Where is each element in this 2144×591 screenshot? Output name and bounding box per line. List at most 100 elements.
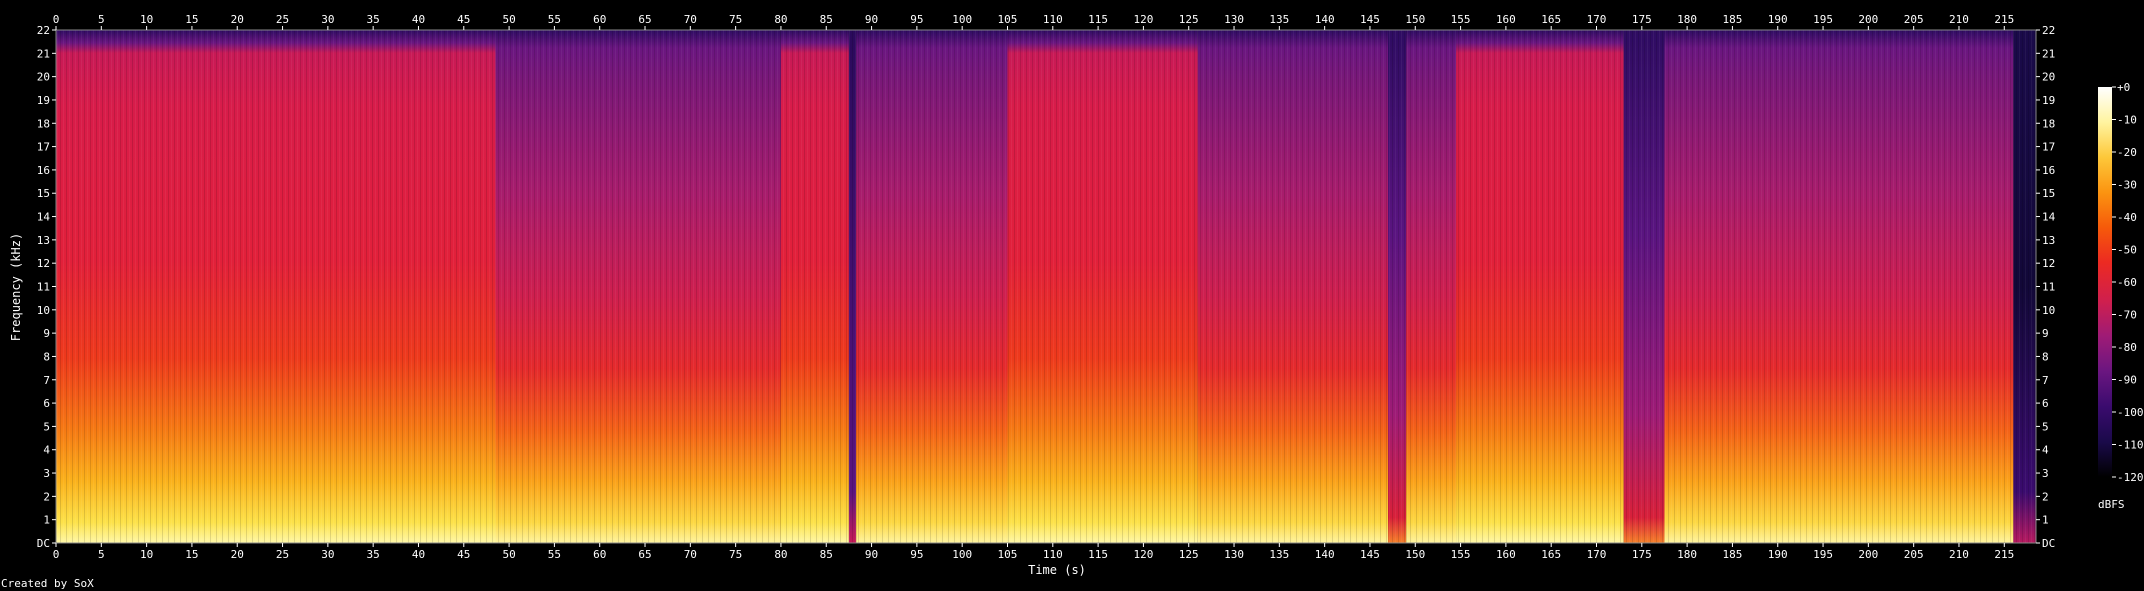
x-tick-label: 190 — [1768, 13, 1788, 26]
x-tick-label: 90 — [865, 548, 878, 561]
x-tick-label: 105 — [998, 548, 1018, 561]
y-tick-label: 18 — [2042, 117, 2055, 130]
y-tick-label: 2 — [43, 490, 50, 503]
colorbar-tick-label: -90 — [2117, 374, 2137, 387]
y-tick-label: 1 — [43, 514, 50, 527]
x-tick-label: 120 — [1133, 548, 1153, 561]
y-tick-label: 5 — [2042, 420, 2049, 433]
y-tick-label: 8 — [43, 350, 50, 363]
y-tick-label: 9 — [2042, 327, 2049, 340]
x-tick-label: 80 — [774, 548, 787, 561]
y-tick-label: 12 — [37, 257, 50, 270]
x-axis-top: 0 5 10 15 20 25 30 35 40 45 50 55 60 65 70 75 80 85 90 95 10… — [53, 13, 2014, 30]
x-tick-label: 0 — [53, 13, 60, 26]
x-tick-label: 140 — [1315, 13, 1335, 26]
y-tick-label: 20 — [37, 71, 50, 84]
x-tick-label: 50 — [502, 548, 515, 561]
y-tick-label: DC — [2042, 537, 2055, 550]
y-tick-label: 7 — [43, 374, 50, 387]
x-tick-label: 5 — [98, 13, 105, 26]
x-tick-label: 140 — [1315, 548, 1335, 561]
x-tick-label: 5 — [98, 548, 105, 561]
x-tick-label: 65 — [638, 13, 651, 26]
colorbar-tick-label: -120 — [2117, 471, 2144, 484]
y-tick-label: 12 — [2042, 257, 2055, 270]
x-tick-label: 135 — [1269, 548, 1289, 561]
x-tick-label: 190 — [1768, 548, 1788, 561]
y-tick-label: 6 — [43, 397, 50, 410]
x-tick-label: 145 — [1360, 548, 1380, 561]
x-tick-label: 20 — [231, 13, 244, 26]
y-tick-label: 15 — [2042, 187, 2055, 200]
colorbar-tick-label: -30 — [2117, 179, 2137, 192]
x-tick-label: 80 — [774, 13, 787, 26]
x-tick-label: 60 — [593, 13, 606, 26]
colorbar-tick-label: +0 — [2117, 81, 2130, 94]
y-tick-label: 6 — [2042, 397, 2049, 410]
x-tick-label: 75 — [729, 13, 742, 26]
x-tick-label: 70 — [684, 548, 697, 561]
x-tick-label: 210 — [1949, 13, 1969, 26]
colorbar-tick-label: -40 — [2117, 211, 2137, 224]
x-tick-label: 90 — [865, 13, 878, 26]
colorbar-label: dBFS — [2098, 498, 2125, 511]
x-tick-label: 25 — [276, 548, 289, 561]
x-tick-label: 215 — [1994, 13, 2014, 26]
x-tick-label: 195 — [1813, 13, 1833, 26]
x-tick-label: 150 — [1405, 548, 1425, 561]
x-tick-label: 185 — [1722, 548, 1742, 561]
y-tick-label: 16 — [37, 164, 50, 177]
y-axis-right: DC12345678910111213141516171819202122 — [2036, 24, 2056, 550]
x-tick-label: 200 — [1858, 13, 1878, 26]
x-tick-label: 60 — [593, 548, 606, 561]
x-tick-label: 110 — [1043, 548, 1063, 561]
x-tick-label: 55 — [548, 13, 561, 26]
colorbar-tick-label: -60 — [2117, 276, 2137, 289]
y-tick-label: 5 — [43, 420, 50, 433]
x-tick-label: 200 — [1858, 548, 1878, 561]
x-tick-label: 180 — [1677, 13, 1697, 26]
x-tick-label: 180 — [1677, 548, 1697, 561]
x-tick-label: 210 — [1949, 548, 1969, 561]
x-tick-label: 205 — [1904, 548, 1924, 561]
x-tick-label: 125 — [1179, 13, 1199, 26]
x-tick-label: 165 — [1541, 13, 1561, 26]
x-tick-label: 10 — [140, 13, 153, 26]
colorbar-gradient — [2098, 87, 2112, 477]
x-tick-label: 155 — [1451, 13, 1471, 26]
plot-texture — [56, 30, 2036, 543]
colorbar-tick-label: -70 — [2117, 309, 2137, 322]
y-tick-label: 19 — [37, 94, 50, 107]
x-tick-label: 185 — [1722, 13, 1742, 26]
colorbar-tick-label: -100 — [2117, 406, 2144, 419]
x-tick-label: 30 — [321, 13, 334, 26]
x-axis-bottom: 0 5 10 15 20 25 30 35 40 45 50 55 60 65 70 75 80 85 90 95 10… — [53, 543, 2014, 561]
y-axis-title: Frequency (kHz) — [9, 233, 23, 341]
y-tick-label: DC — [37, 537, 50, 550]
x-tick-label: 75 — [729, 548, 742, 561]
x-tick-label: 130 — [1224, 13, 1244, 26]
y-tick-label: 4 — [2042, 444, 2049, 457]
y-tick-label: 13 — [2042, 234, 2055, 247]
x-tick-label: 40 — [412, 13, 425, 26]
x-tick-label: 115 — [1088, 13, 1108, 26]
x-tick-label: 170 — [1587, 548, 1607, 561]
x-tick-label: 20 — [231, 548, 244, 561]
x-tick-label: 175 — [1632, 548, 1652, 561]
y-tick-label: 22 — [37, 24, 50, 37]
colorbar-ticks: +0 -10 -20 -30 -40 -50 -60 -70 -80 -90 -100 -110 -12… — [2112, 81, 2144, 484]
y-tick-label: 1 — [2042, 514, 2049, 527]
x-tick-label: 150 — [1405, 13, 1425, 26]
x-tick-label: 205 — [1904, 13, 1924, 26]
x-tick-label: 10 — [140, 548, 153, 561]
x-tick-label: 125 — [1179, 548, 1199, 561]
y-tick-label: 16 — [2042, 164, 2055, 177]
credit-text: Created by SoX — [1, 577, 94, 590]
x-tick-label: 15 — [185, 13, 198, 26]
x-tick-label: 105 — [998, 13, 1018, 26]
x-tick-label: 0 — [53, 548, 60, 561]
y-tick-label: 19 — [2042, 94, 2055, 107]
y-tick-label: 3 — [43, 467, 50, 480]
x-axis-title: Time (s) — [1028, 563, 1086, 577]
x-tick-label: 170 — [1587, 13, 1607, 26]
